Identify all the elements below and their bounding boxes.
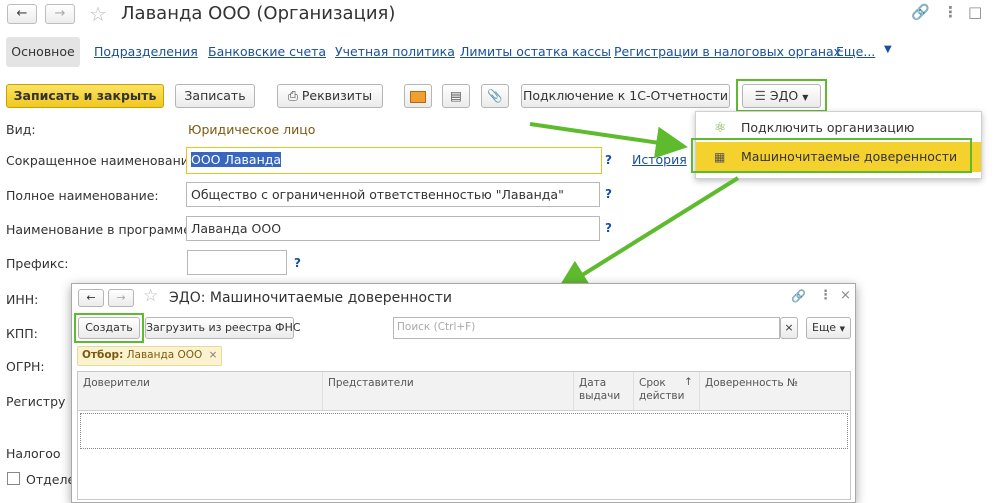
search-placeholder: Поиск (Ctrl+F) bbox=[397, 321, 476, 333]
table-row[interactable] bbox=[80, 413, 848, 449]
popup-back-button[interactable]: ← bbox=[78, 289, 104, 307]
column-header-poa-number[interactable]: Доверенность № bbox=[700, 372, 850, 410]
popup-more-button[interactable]: Еще ▼ bbox=[806, 317, 851, 339]
filter-remove-icon[interactable]: × bbox=[209, 349, 218, 361]
arrow-to-menu-item bbox=[529, 122, 688, 159]
column-header-principals[interactable]: Доверители bbox=[78, 372, 323, 410]
search-input[interactable]: Поиск (Ctrl+F) bbox=[393, 317, 780, 339]
popup-favorite-star-icon[interactable]: ☆ bbox=[143, 286, 158, 306]
popup-more-icon[interactable]: ⋮ bbox=[819, 288, 832, 303]
popup-title: ЭДО: Машиночитаемые доверенности bbox=[169, 290, 453, 306]
column-header-validity[interactable]: Срок действи ↑ bbox=[634, 372, 700, 410]
column-header-validity-label: Срок действи bbox=[639, 377, 685, 402]
arrow-to-popup bbox=[556, 176, 740, 292]
poa-popup-window: ← → ☆ ЭДО: Машиночитаемые доверенности 🔗… bbox=[71, 283, 856, 503]
arrow-right-icon: → bbox=[116, 291, 126, 304]
column-header-issue-date[interactable]: Дата выдачи bbox=[574, 372, 634, 410]
caret-down-icon: ▼ bbox=[839, 325, 845, 333]
table-header: Доверители Представители Дата выдачи Сро… bbox=[78, 372, 850, 411]
popup-link-icon[interactable]: 🔗 bbox=[791, 289, 806, 303]
search-clear-button[interactable]: × bbox=[780, 317, 798, 339]
sort-up-icon: ↑ bbox=[684, 376, 693, 388]
poa-table: Доверители Представители Дата выдачи Сро… bbox=[77, 371, 851, 500]
filter-value: Лаванда ООО bbox=[126, 349, 203, 361]
column-header-representatives[interactable]: Представители bbox=[323, 372, 574, 410]
arrow-left-icon: ← bbox=[86, 291, 96, 304]
popup-forward-button[interactable]: → bbox=[108, 289, 134, 307]
clear-icon: × bbox=[784, 321, 794, 334]
filter-label: Отбор: bbox=[82, 349, 124, 361]
popup-close-icon[interactable]: × bbox=[840, 288, 851, 303]
create-highlight-frame bbox=[74, 313, 144, 343]
load-fns-registry-button[interactable]: Загрузить из реестра ФНС bbox=[145, 317, 301, 339]
popup-more-label: Еще bbox=[812, 321, 837, 334]
filter-chip[interactable]: Отбор: Лаванда ООО × bbox=[77, 346, 223, 366]
